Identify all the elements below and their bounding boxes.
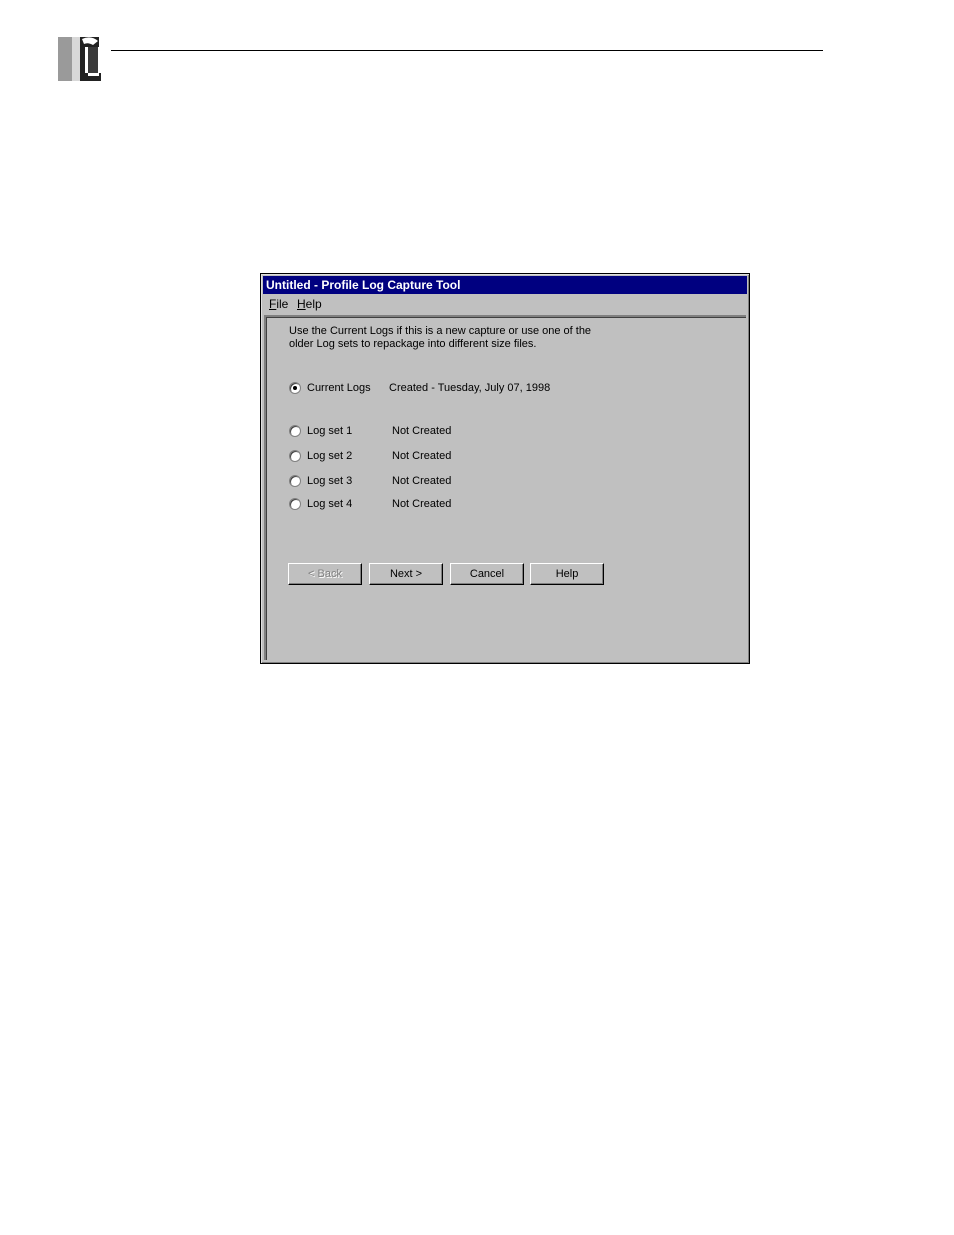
option-label: Log set 2 bbox=[307, 450, 353, 462]
menu-file[interactable]: File bbox=[269, 295, 288, 313]
next-button[interactable]: Next > bbox=[369, 563, 443, 585]
help-button[interactable]: Help bbox=[530, 563, 604, 585]
radio-log-set-2[interactable] bbox=[289, 450, 301, 462]
header-rule bbox=[111, 50, 823, 51]
option-status: Created - Tuesday, July 07, 1998 bbox=[389, 382, 551, 394]
menu-bar: File Help bbox=[263, 295, 747, 313]
option-status: Not Created bbox=[392, 425, 452, 437]
menu-help-label: elp bbox=[305, 297, 322, 311]
radio-log-set-1[interactable] bbox=[289, 425, 301, 437]
option-status: Not Created bbox=[392, 450, 452, 462]
profile-log-capture-window: Untitled - Profile Log Capture Tool File… bbox=[260, 273, 750, 664]
option-label: Log set 1 bbox=[307, 425, 353, 437]
menu-help-accelerator: H bbox=[297, 297, 306, 311]
dialog-body: Use the Current Logs if this is a new ca… bbox=[264, 315, 746, 660]
instructions-line-2: older Log sets to repackage into differe… bbox=[289, 338, 537, 350]
option-status: Not Created bbox=[392, 475, 452, 487]
company-logo-icon bbox=[58, 37, 101, 81]
option-status: Not Created bbox=[392, 498, 452, 510]
option-label: Log set 3 bbox=[307, 475, 353, 487]
radio-log-set-4[interactable] bbox=[289, 498, 301, 510]
cancel-button[interactable]: Cancel bbox=[450, 563, 524, 585]
window-title: Untitled - Profile Log Capture Tool bbox=[263, 276, 747, 294]
instructions-line-1: Use the Current Logs if this is a new ca… bbox=[289, 325, 592, 337]
radio-current-logs[interactable] bbox=[289, 382, 301, 394]
radio-log-set-3[interactable] bbox=[289, 475, 301, 487]
back-button[interactable]: < Back bbox=[288, 563, 362, 585]
option-label: Log set 4 bbox=[307, 498, 353, 510]
instructions-text: Use the Current Logs if this is a new ca… bbox=[289, 325, 591, 351]
option-label: Current Logs bbox=[307, 382, 371, 394]
menu-file-label: ile bbox=[276, 297, 289, 311]
menu-help[interactable]: Help bbox=[297, 295, 322, 313]
